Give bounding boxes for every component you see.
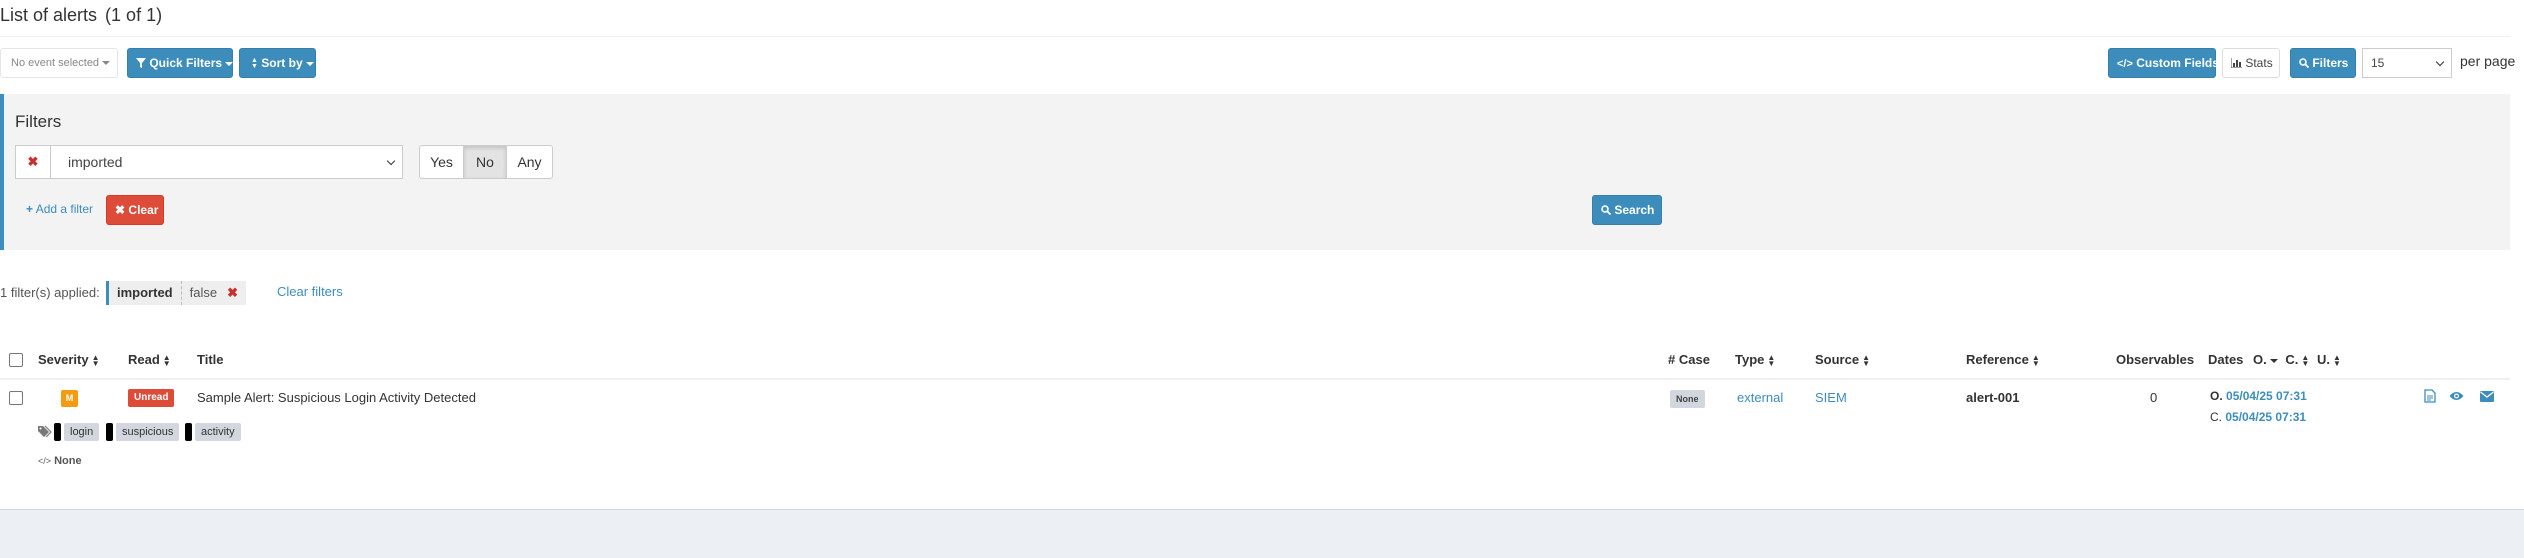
remove-applied-filter-icon[interactable]: ✖ xyxy=(225,285,246,301)
alert-title[interactable]: Sample Alert: Suspicious Login Activity … xyxy=(197,390,476,405)
filter-option-no[interactable]: No xyxy=(463,145,507,179)
column-header-dates: Dates O. C. ▲ ▼ U. ▲ ▼ xyxy=(2208,352,2341,368)
sort-dates-occurred[interactable]: O. xyxy=(2253,352,2278,367)
mark-as-read-button[interactable] xyxy=(2449,389,2465,405)
column-header-read[interactable]: Read ▲ ▼ xyxy=(128,352,171,367)
applied-filter-chip: imported false ✖ xyxy=(106,281,246,305)
column-header-reference[interactable]: Reference ▲ ▼ xyxy=(1966,352,2040,367)
applied-filter-key: imported xyxy=(109,281,182,305)
tag-item[interactable]: suspicious xyxy=(106,423,180,441)
column-header-severity[interactable]: Severity ▲ ▼ xyxy=(38,352,100,367)
remove-filter-button[interactable]: ✖ xyxy=(15,145,51,179)
select-all-checkbox[interactable] xyxy=(9,353,23,367)
email-alert-button[interactable] xyxy=(2480,389,2496,405)
column-header-case: # Case xyxy=(1668,352,1710,367)
chevron-down-icon xyxy=(305,61,314,66)
column-header-title: Title xyxy=(197,352,224,367)
chevron-down-icon xyxy=(386,156,396,166)
tag-color-marker xyxy=(185,423,192,441)
chevron-down-icon xyxy=(2435,57,2445,67)
tag-item[interactable]: login xyxy=(54,423,100,441)
add-filter-link[interactable]: + Add a filter xyxy=(26,202,93,216)
quick-filters-button[interactable]: Quick Filters xyxy=(127,48,234,78)
eye-icon xyxy=(2449,392,2464,400)
applied-filters-label: 1 filter(s) applied: xyxy=(0,285,100,300)
code-icon: </> xyxy=(2117,58,2133,70)
envelope-icon xyxy=(2480,391,2494,402)
date-created: C. 05/04/25 07:31 xyxy=(2210,410,2307,424)
sort-icon: ▲ ▼ xyxy=(1862,352,1870,368)
preview-alert-button[interactable] xyxy=(2424,389,2440,405)
tag-color-marker xyxy=(106,423,113,441)
event-selection-dropdown[interactable]: No event selected xyxy=(0,48,118,78)
file-icon xyxy=(2424,389,2436,403)
sort-icon: ▲ ▼ xyxy=(2332,352,2341,368)
bar-chart-icon xyxy=(2230,58,2242,69)
chevron-down-icon xyxy=(225,61,234,66)
filter-field-select[interactable]: imported xyxy=(50,145,403,179)
plus-icon: + xyxy=(26,202,34,216)
severity-badge: M xyxy=(61,390,78,407)
alert-count: (1 of 1) xyxy=(105,5,163,25)
observables-count: 0 xyxy=(2150,390,2158,405)
search-button[interactable]: Search xyxy=(1592,195,1662,225)
column-header-source[interactable]: Source ▲ ▼ xyxy=(1815,352,1870,367)
sort-dates-updated[interactable]: U. ▲ ▼ xyxy=(2317,352,2341,367)
chevron-down-icon xyxy=(102,61,111,66)
per-page-select[interactable]: 15 xyxy=(2362,48,2452,78)
stats-button[interactable]: Stats xyxy=(2222,48,2280,78)
filter-option-yes[interactable]: Yes xyxy=(419,145,464,179)
page-title: List of alerts (1 of 1) xyxy=(0,5,163,25)
clear-button[interactable]: ✖ Clear xyxy=(106,195,164,225)
code-icon: </> xyxy=(38,456,52,466)
sort-icon: ▲ ▼ xyxy=(1767,352,1776,368)
search-icon xyxy=(1601,205,1612,216)
column-header-type[interactable]: Type ▲ ▼ xyxy=(1735,352,1775,367)
filter-icon xyxy=(136,58,146,68)
times-icon: ✖ xyxy=(115,203,126,217)
sort-icon: ▲ ▼ xyxy=(251,56,258,70)
page-footer-area xyxy=(0,509,2524,558)
sort-dates-created[interactable]: C. ▲ ▼ xyxy=(2285,352,2309,367)
table-header-divider xyxy=(0,378,2510,380)
alert-source-link[interactable]: SIEM xyxy=(1815,390,1847,405)
chevron-down-icon xyxy=(2269,358,2278,363)
per-page-label: per page xyxy=(2460,53,2516,69)
custom-fields-button[interactable]: </> Custom Fields xyxy=(2108,48,2219,78)
alert-type-link[interactable]: external xyxy=(1737,390,1783,405)
sort-by-button[interactable]: ▲ ▼ Sort by xyxy=(239,48,316,78)
sort-icon: ▲ ▼ xyxy=(2301,352,2310,368)
custom-fields-summary: </> None xyxy=(38,455,82,467)
sort-icon: ▲ ▼ xyxy=(2031,352,2040,368)
filters-panel-title: Filters xyxy=(15,112,62,131)
date-occurred: O. 05/04/25 07:31 xyxy=(2210,389,2307,403)
case-badge: None xyxy=(1670,390,1705,408)
sort-icon: ▲ ▼ xyxy=(91,352,100,368)
header-divider xyxy=(0,36,2510,37)
filter-option-any[interactable]: Any xyxy=(506,145,553,179)
tag-item[interactable]: activity xyxy=(185,423,241,441)
column-header-observables: Observables xyxy=(2116,352,2195,367)
read-status-badge[interactable]: Unread xyxy=(128,389,175,407)
tags-icon xyxy=(38,425,52,440)
tag-color-marker xyxy=(54,423,61,441)
times-icon: ✖ xyxy=(27,154,39,169)
alert-reference: alert-001 xyxy=(1966,390,2020,405)
clear-filters-link[interactable]: Clear filters xyxy=(277,284,343,299)
search-icon xyxy=(2299,58,2310,69)
row-checkbox[interactable] xyxy=(9,391,23,405)
applied-filter-value: false xyxy=(189,285,218,300)
filters-toggle-button[interactable]: Filters xyxy=(2290,48,2356,78)
sort-icon: ▲ ▼ xyxy=(162,352,171,368)
